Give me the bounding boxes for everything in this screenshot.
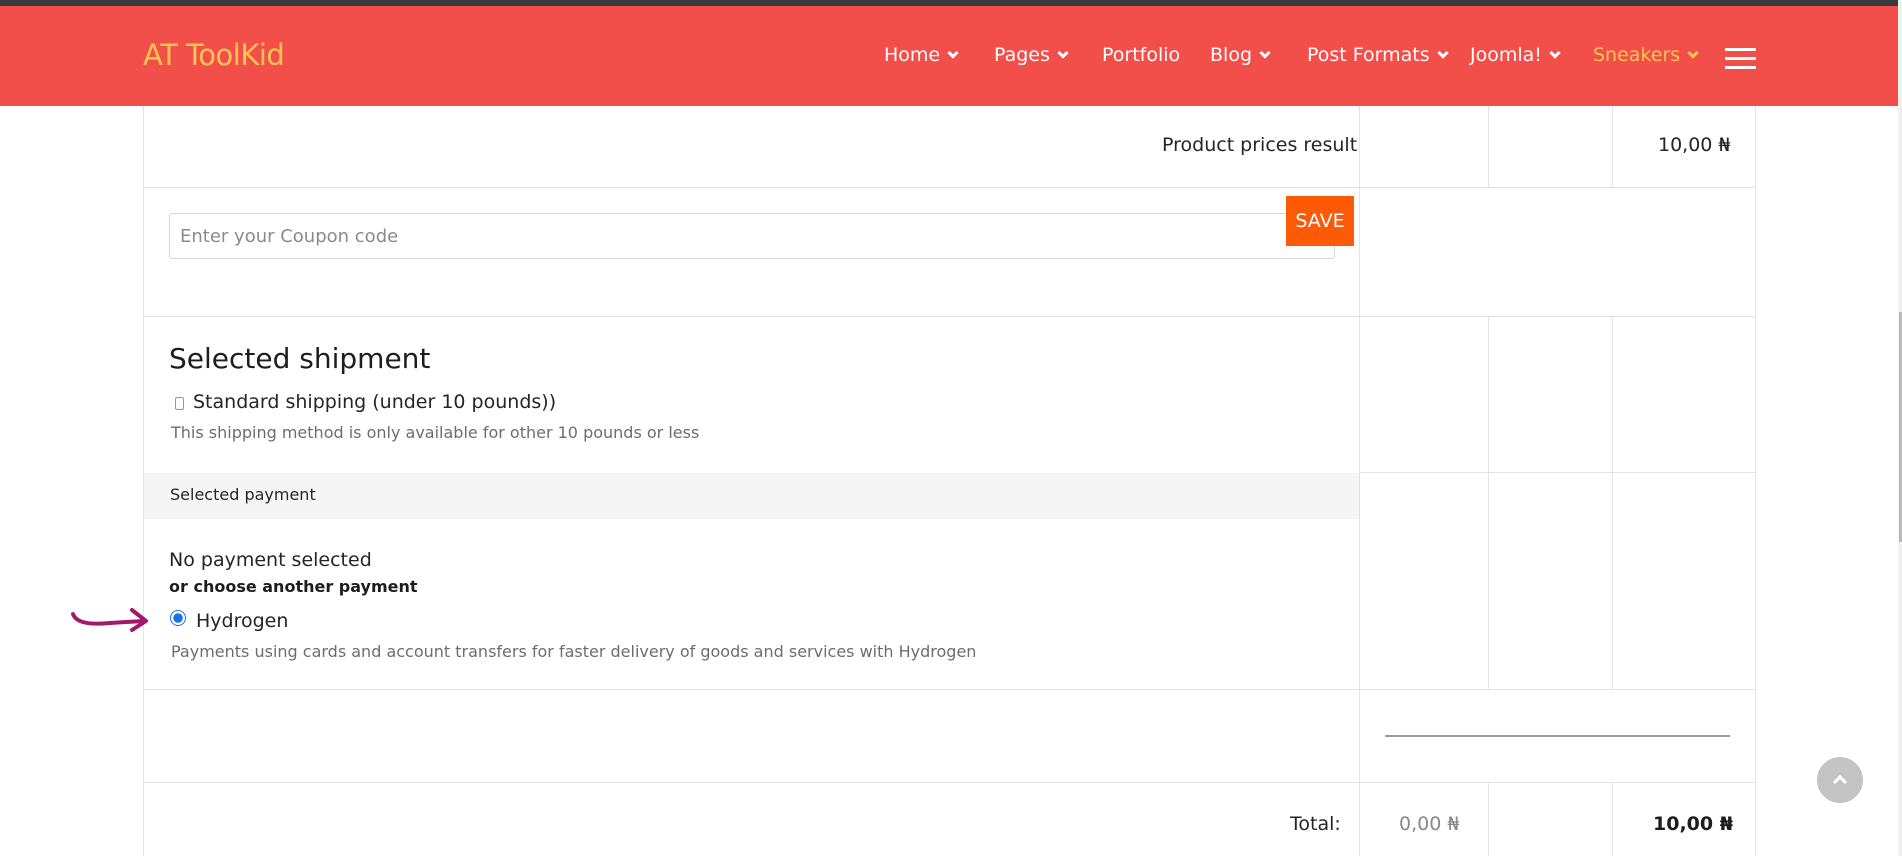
chevron-down-icon	[1436, 46, 1449, 59]
shipment-method-label: Standard shipping (under 10 pounds))	[193, 391, 557, 413]
selected-shipment-heading: Selected shipment	[169, 342, 431, 375]
site-header: AT ToolKid Home Pages Portfolio Blog Pos…	[0, 6, 1898, 106]
row-divider	[143, 689, 1756, 690]
chevron-down-icon	[1057, 46, 1069, 59]
payment-option-hydrogen-radio[interactable]	[170, 610, 186, 626]
column-divider	[1612, 106, 1613, 188]
chevron-up-icon	[1832, 774, 1848, 790]
payment-option-description: Payments using cards and account transfe…	[171, 642, 977, 661]
row-divider	[143, 187, 1756, 188]
row-divider	[1359, 472, 1756, 473]
nav-item-portfolio[interactable]: Portfolio	[1102, 44, 1180, 66]
chevron-down-icon	[947, 46, 959, 59]
nav-item-pages[interactable]: Pages	[994, 44, 1069, 66]
shipment-description: This shipping method is only available f…	[171, 423, 700, 442]
nav-item-post-formats[interactable]: Post Formats	[1307, 44, 1449, 66]
total-separator	[1385, 735, 1730, 737]
total-value: 10,00 ₦	[1653, 813, 1733, 835]
nav-item-blog[interactable]: Blog	[1210, 44, 1271, 66]
column-divider	[1488, 106, 1489, 188]
payment-option-hydrogen-label[interactable]: Hydrogen	[196, 610, 288, 632]
hamburger-icon[interactable]	[1725, 48, 1756, 70]
save-coupon-button[interactable]: SAVE	[1286, 196, 1354, 246]
column-divider	[1488, 316, 1489, 689]
chevron-down-icon	[1549, 46, 1561, 59]
scroll-to-top-button[interactable]	[1817, 757, 1863, 803]
total-tax-value: 0,00 ₦	[1399, 813, 1460, 835]
row-divider	[143, 782, 1756, 783]
truck-icon	[175, 397, 184, 410]
total-label: Total:	[1290, 813, 1341, 835]
column-divider	[1359, 106, 1360, 856]
column-divider	[1612, 783, 1613, 856]
row-divider	[143, 316, 1756, 317]
product-prices-value: 10,00 ₦	[1658, 134, 1731, 156]
coupon-code-input[interactable]	[169, 213, 1335, 259]
nav-item-sneakers[interactable]: Sneakers	[1593, 44, 1699, 66]
no-payment-text: No payment selected	[169, 549, 372, 571]
annotation-arrow-icon	[71, 608, 148, 632]
chevron-down-icon	[1259, 46, 1271, 59]
selected-payment-header: Selected payment	[144, 473, 1359, 519]
choose-another-payment-text: or choose another payment	[169, 577, 418, 596]
product-prices-label: Product prices result	[1162, 134, 1358, 156]
column-divider	[1488, 783, 1489, 856]
selected-payment-heading: Selected payment	[170, 485, 316, 504]
column-divider	[1612, 316, 1613, 689]
nav-item-home[interactable]: Home	[884, 44, 959, 66]
nav-item-joomla[interactable]: Joomla!	[1470, 44, 1561, 66]
chevron-down-icon	[1687, 46, 1699, 59]
site-logo[interactable]: AT ToolKid	[143, 38, 285, 72]
